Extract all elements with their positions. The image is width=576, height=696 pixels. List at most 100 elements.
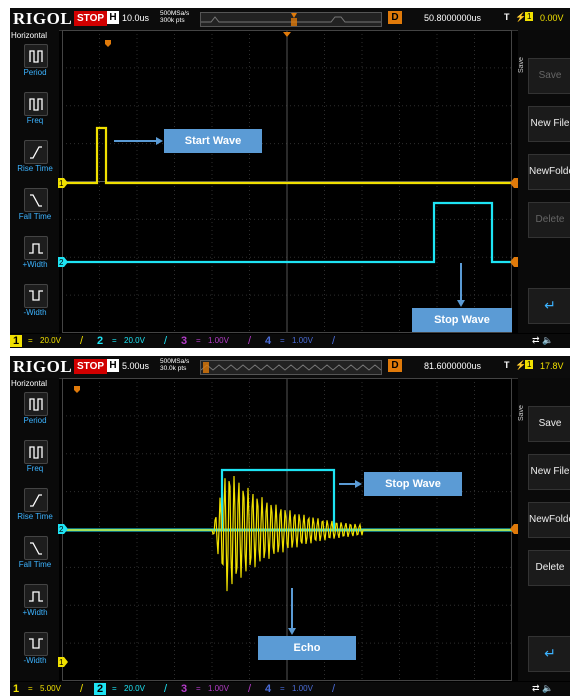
separator: / bbox=[80, 335, 84, 347]
scale-value: 1.00V bbox=[208, 684, 229, 693]
memory-waveform-preview bbox=[201, 13, 381, 26]
measure-rise-time[interactable]: Rise Time bbox=[16, 488, 54, 526]
horizontal-label: H bbox=[107, 359, 119, 372]
channel-number: 3 bbox=[180, 335, 188, 347]
run-stop-status[interactable]: STOP bbox=[74, 11, 108, 26]
plus-width-icon bbox=[24, 584, 48, 608]
channel-4-indicator[interactable]: 4 = 1.00V / bbox=[262, 683, 340, 695]
channel-bar: 1 = 5.00V / 2 = 20.0V / 3 = 1.00V / 4 = … bbox=[10, 682, 570, 696]
save-button[interactable]: Save bbox=[528, 406, 570, 442]
delay-value[interactable]: 50.8000000us bbox=[424, 13, 481, 23]
channel-2-offset-marker[interactable]: 2 bbox=[58, 524, 68, 534]
channel-4-indicator[interactable]: 4 = 1.00V / bbox=[262, 335, 340, 347]
measure-menu: Horizontal Period Freq Rise Time Fall Ti… bbox=[10, 30, 59, 333]
coupling: = bbox=[196, 336, 201, 345]
fall-time-icon bbox=[24, 188, 48, 212]
new-file-button[interactable]: New File bbox=[528, 106, 570, 142]
measure-period[interactable]: Period bbox=[16, 392, 54, 430]
acquisition-info: 500MSa/s 30.0k pts bbox=[160, 358, 189, 372]
measure-label: -Width bbox=[23, 656, 47, 665]
separator: / bbox=[80, 683, 84, 695]
scale-value: 20.0V bbox=[124, 336, 145, 345]
measure-fall-time[interactable]: Fall Time bbox=[16, 188, 54, 226]
stop-wave-annotation-arrow bbox=[339, 480, 362, 488]
new-folder-button[interactable]: NewFolder bbox=[528, 502, 570, 538]
period-icon bbox=[24, 44, 48, 68]
speaker-icon[interactable]: 🔈 bbox=[542, 335, 553, 345]
channel-1-offset-marker[interactable]: 1 bbox=[58, 178, 68, 188]
measure-rise-time[interactable]: Rise Time bbox=[16, 140, 54, 178]
center-axes bbox=[62, 30, 512, 333]
enter-icon[interactable]: ↵ bbox=[528, 636, 570, 672]
menu-title: Horizontal bbox=[11, 31, 48, 40]
enter-icon[interactable]: ↵ bbox=[528, 288, 570, 324]
channel-number: 4 bbox=[264, 683, 272, 695]
delete-button[interactable]: Delete bbox=[528, 202, 570, 238]
oscilloscope-screen-top: RIGOL STOP H 10.0us 500MSa/s 300k pts D … bbox=[10, 8, 570, 348]
run-stop-status[interactable]: STOP bbox=[74, 359, 108, 374]
speaker-icon[interactable]: 🔈 bbox=[542, 683, 553, 693]
channel-3-indicator[interactable]: 3 = 1.00V / bbox=[178, 683, 256, 695]
memory-waveform-preview bbox=[200, 362, 382, 373]
delete-button[interactable]: Delete bbox=[528, 550, 570, 586]
measure-fall-time[interactable]: Fall Time bbox=[16, 536, 54, 574]
waveform-grid[interactable]: Start Wave Stop Wave bbox=[62, 30, 512, 333]
measure-plus-width[interactable]: +Width bbox=[16, 236, 54, 274]
measure-minus-width[interactable]: -Width bbox=[16, 284, 54, 322]
save-tab: Save bbox=[518, 405, 525, 421]
save-button[interactable]: Save bbox=[528, 58, 570, 94]
measure-freq[interactable]: Freq bbox=[16, 92, 54, 130]
trigger-info[interactable]: T ⚡ 1 0.00V bbox=[502, 10, 570, 27]
trigger-label: T bbox=[504, 360, 510, 370]
rise-time-icon bbox=[24, 140, 48, 164]
stop-wave-label: Stop Wave bbox=[412, 308, 512, 332]
trigger-info[interactable]: T ⚡ 1 17.8V bbox=[502, 358, 570, 375]
stop-wave-label: Stop Wave bbox=[364, 472, 462, 496]
usb-icon: ⇄ bbox=[532, 335, 540, 345]
svg-text:2: 2 bbox=[59, 258, 64, 267]
measure-menu: Horizontal Period Freq Rise Time Fall Ti… bbox=[10, 378, 59, 681]
svg-text:1: 1 bbox=[59, 179, 64, 188]
measure-label: Freq bbox=[26, 464, 44, 473]
save-menu: Save Save New File NewFolder Delete ↵ bbox=[518, 30, 570, 333]
channel-1-offset-marker[interactable]: 1 bbox=[58, 657, 68, 667]
measure-period[interactable]: Period bbox=[16, 44, 54, 82]
measure-label: +Width bbox=[22, 260, 48, 269]
time-cursor-marker[interactable] bbox=[74, 386, 80, 393]
channel-number: 2 bbox=[94, 683, 106, 695]
horizontal-label: H bbox=[107, 11, 119, 24]
separator: / bbox=[248, 335, 252, 347]
measure-freq[interactable]: Freq bbox=[16, 440, 54, 478]
time-cursor-marker[interactable] bbox=[105, 40, 111, 47]
fall-time-icon bbox=[24, 536, 48, 560]
channel-3-indicator[interactable]: 3 = 1.00V / bbox=[178, 335, 256, 347]
memory-overview-strip bbox=[200, 12, 382, 27]
channel-2-indicator[interactable]: 2 = 20.0V / bbox=[94, 683, 172, 695]
new-folder-button[interactable]: NewFolder bbox=[528, 154, 570, 190]
sample-rate: 500MSa/s bbox=[160, 358, 190, 365]
channel-2-indicator[interactable]: 2 = 20.0V / bbox=[94, 335, 172, 347]
timebase-value[interactable]: 5.00us bbox=[122, 361, 149, 371]
brand-logo: RIGOL bbox=[13, 9, 73, 28]
channel-2-offset-marker[interactable]: 2 bbox=[58, 257, 68, 267]
scale-value: 20.0V bbox=[124, 684, 145, 693]
svg-text:1: 1 bbox=[59, 658, 64, 667]
oscilloscope-screen-bottom: RIGOL STOP H 5.00us 500MSa/s 30.0k pts D… bbox=[10, 356, 570, 696]
measure-plus-width[interactable]: +Width bbox=[16, 584, 54, 622]
new-file-button[interactable]: New File bbox=[528, 454, 570, 490]
separator: / bbox=[164, 335, 168, 347]
measure-minus-width[interactable]: -Width bbox=[16, 632, 54, 670]
channel-1-indicator[interactable]: 1 = 20.0V / bbox=[10, 335, 88, 347]
status-bar: RIGOL STOP H 10.0us 500MSa/s 300k pts D … bbox=[10, 8, 570, 31]
timebase-value[interactable]: 10.0us bbox=[122, 13, 149, 23]
freq-icon bbox=[24, 92, 48, 116]
waveform-grid[interactable]: Stop Wave Echo bbox=[62, 378, 512, 681]
coupling: = bbox=[112, 684, 117, 693]
delay-value[interactable]: 81.6000000us bbox=[424, 361, 481, 371]
separator: / bbox=[332, 335, 336, 347]
measure-label: Fall Time bbox=[18, 212, 52, 221]
channel-1-indicator[interactable]: 1 = 5.00V / bbox=[10, 683, 88, 695]
brand-logo: RIGOL bbox=[13, 357, 73, 376]
trigger-position-marker[interactable] bbox=[283, 32, 291, 37]
waveform-display bbox=[62, 30, 512, 333]
